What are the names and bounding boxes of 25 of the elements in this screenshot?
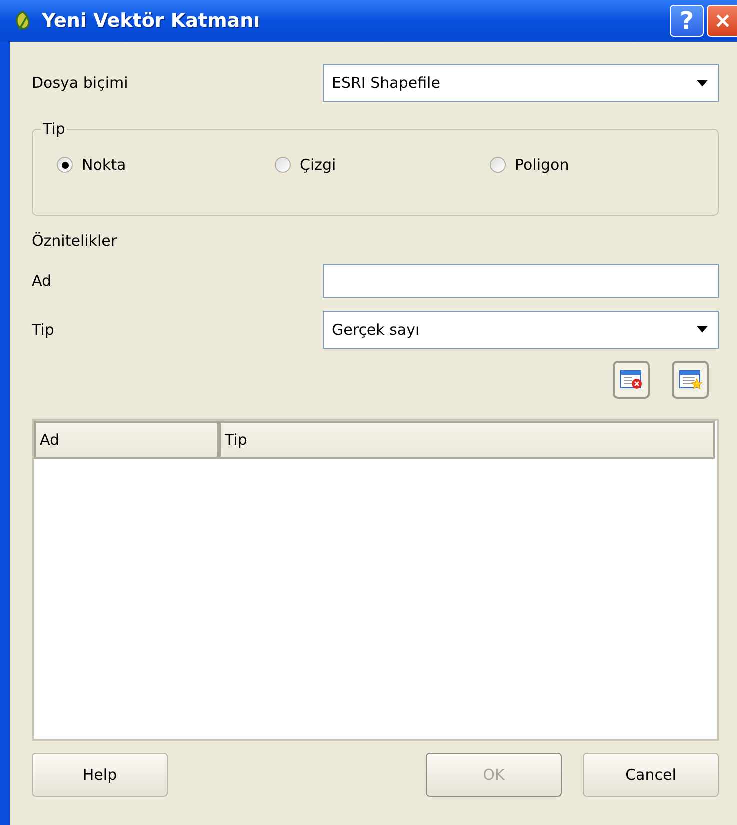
window-title: Yeni Vektör Katmanı (42, 10, 260, 32)
section-label: Öznitelikler (32, 232, 118, 252)
caret-icon (697, 326, 708, 333)
field-label: Dosya biçimi (32, 74, 128, 92)
help-button[interactable]: ? (670, 5, 704, 37)
column-header[interactable]: Ad (34, 421, 219, 459)
radio-option[interactable]: Poligon (490, 156, 570, 174)
table-add-icon (678, 369, 702, 391)
table-delete-icon (620, 369, 644, 391)
close-button[interactable] (707, 5, 737, 37)
delete-attribute-button[interactable] (613, 361, 650, 399)
type-dropdown[interactable]: Gerçek sayı (323, 310, 719, 348)
caret-icon (697, 80, 708, 86)
radio-option[interactable]: Çizgi (275, 156, 490, 174)
column-header[interactable]: Tip (219, 421, 715, 459)
radio-option[interactable]: Nokta (57, 156, 275, 174)
field-label: Ad (32, 272, 52, 290)
format-dropdown[interactable]: ESRI Shapefile (323, 64, 719, 102)
group-title: Tip (42, 120, 66, 138)
field-label: Tip (32, 320, 54, 338)
leaf-icon (14, 10, 32, 32)
dialog-button[interactable]: Cancel (583, 753, 719, 797)
dialog-button[interactable]: Help (32, 753, 168, 797)
add-attribute-button[interactable] (672, 361, 709, 399)
name-input[interactable] (323, 264, 719, 298)
